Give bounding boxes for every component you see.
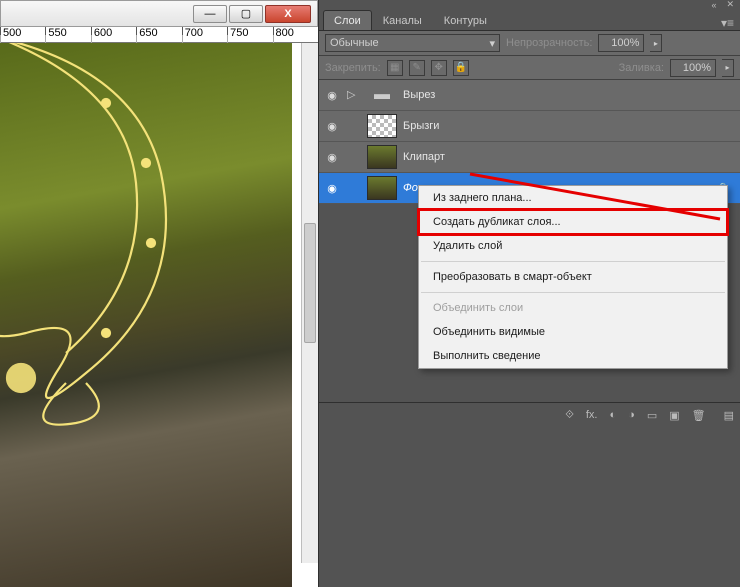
close-button[interactable]: X <box>265 5 311 23</box>
ctx-label: Преобразовать в смарт-объект <box>433 271 592 283</box>
minimize-icon: — <box>205 8 216 20</box>
lock-pixels-icon[interactable]: ▦ <box>387 60 403 76</box>
blend-opacity-row: Обычные ▾ Непрозрачность: 100% ▸ <box>319 31 740 56</box>
chevron-down-icon: ▾ <box>489 37 495 50</box>
lock-brush-icon[interactable]: ✎ <box>409 60 425 76</box>
disclosure-triangle[interactable]: ▷ <box>347 88 361 102</box>
ctx-label: Объединить видимые <box>433 326 545 338</box>
lock-fill-row: Закрепить: ▦ ✎ ✥ 🔒 Заливка: 100% ▸ <box>319 56 740 80</box>
lock-label: Закрепить: <box>325 62 381 74</box>
panel-tabs: Слои Каналы Контуры ▾≡ <box>319 9 740 31</box>
menu-separator <box>421 292 725 293</box>
tab-channels[interactable]: Каналы <box>372 10 433 30</box>
vertical-scrollbar[interactable] <box>301 43 318 563</box>
ruler-tick: 700 <box>182 27 227 43</box>
opacity-slider-toggle[interactable]: ▸ <box>650 34 662 52</box>
ctx-from-background[interactable]: Из заднего плана... <box>419 186 727 210</box>
canvas[interactable] <box>0 43 318 587</box>
tab-label: Каналы <box>383 15 422 27</box>
fill-slider-toggle[interactable]: ▸ <box>722 59 734 77</box>
delete-layer-icon[interactable]: 🗑 <box>692 409 706 422</box>
ornament-overlay <box>0 43 256 453</box>
ctx-duplicate-layer[interactable]: Создать дубликат слоя... <box>419 210 727 234</box>
opacity-input[interactable]: 100% <box>598 34 644 52</box>
scrollbar-thumb[interactable] <box>304 223 316 343</box>
ctx-flatten[interactable]: Выполнить сведение <box>419 344 727 368</box>
link-layers-icon[interactable]: ⟐ <box>565 409 574 422</box>
mask-icon[interactable]: ◐ <box>610 409 617 421</box>
layer-thumbnail <box>367 145 397 169</box>
ruler-tick: 800 <box>273 27 318 43</box>
panel-menu-icon[interactable]: ▾≡ <box>721 16 734 30</box>
new-layer-icon[interactable]: ▣ <box>669 409 679 422</box>
ctx-merge-visible[interactable]: Объединить видимые <box>419 320 727 344</box>
lock-move-icon[interactable]: ✥ <box>431 60 447 76</box>
ctx-label: Выполнить сведение <box>433 350 541 362</box>
fill-label: Заливка: <box>619 62 664 74</box>
ctx-convert-smart-object[interactable]: Преобразовать в смарт-объект <box>419 265 727 289</box>
blend-mode-value: Обычные <box>330 37 379 49</box>
titlebar: — ▢ X <box>0 0 318 27</box>
layer-name[interactable]: Вырез <box>403 89 736 101</box>
layer-thumbnail <box>367 114 397 138</box>
tab-layers[interactable]: Слои <box>323 10 372 30</box>
canvas-image <box>0 43 292 587</box>
visibility-toggle[interactable]: ◉ <box>323 148 341 166</box>
blend-mode-select[interactable]: Обычные ▾ <box>325 34 500 52</box>
layer-row[interactable]: ◉ ▷ ▬ Вырез <box>319 80 740 111</box>
ruler-tick: 650 <box>136 27 181 43</box>
layer-name[interactable]: Клипарт <box>403 151 736 163</box>
fx-icon[interactable]: fx. <box>586 409 598 421</box>
new-group-icon[interactable]: ▭ <box>647 409 657 422</box>
tab-label: Слои <box>334 15 361 27</box>
layer-row[interactable]: ◉ Клипарт <box>319 142 740 173</box>
ctx-label: Из заднего плана... <box>433 192 532 204</box>
tab-paths[interactable]: Контуры <box>433 10 498 30</box>
horizontal-ruler[interactable]: 500 550 600 650 700 750 800 <box>0 27 318 43</box>
ctx-label: Объединить слои <box>433 302 523 314</box>
fill-value: 100% <box>683 62 711 74</box>
lock-all-icon[interactable]: 🔒 <box>453 60 469 76</box>
folder-icon: ▬ <box>367 83 397 107</box>
layer-thumbnail <box>367 176 397 200</box>
menu-separator <box>421 261 725 262</box>
panel-close-icon[interactable]: ✕ <box>726 0 734 10</box>
ctx-delete-layer[interactable]: Удалить слой <box>419 234 727 258</box>
ctx-label: Создать дубликат слоя... <box>433 216 561 228</box>
layers-bottom-bar: ⟐ fx. ◐ ◑ ▭ ▣ 🗑 ▤ <box>319 402 740 427</box>
layer-name[interactable]: Брызги <box>403 120 736 132</box>
ruler-tick: 500 <box>0 27 45 43</box>
visibility-toggle[interactable]: ◉ <box>323 117 341 135</box>
minimize-button[interactable]: — <box>193 5 227 23</box>
ruler-tick: 600 <box>91 27 136 43</box>
close-icon: X <box>284 8 291 20</box>
layer-row[interactable]: ◉ Брызги <box>319 111 740 142</box>
opacity-value: 100% <box>611 37 639 49</box>
opacity-label: Непрозрачность: <box>506 37 592 49</box>
ruler-tick: 750 <box>227 27 272 43</box>
fill-input[interactable]: 100% <box>670 59 716 77</box>
ruler-tick: 550 <box>45 27 90 43</box>
panel-options-icon[interactable]: ▤ <box>724 409 734 422</box>
collapse-icon[interactable]: « <box>711 0 716 10</box>
maximize-button[interactable]: ▢ <box>229 5 263 23</box>
visibility-toggle[interactable]: ◉ <box>323 179 341 197</box>
visibility-toggle[interactable]: ◉ <box>323 86 341 104</box>
document-window: — ▢ X 500 550 600 650 700 750 800 <box>0 0 318 587</box>
maximize-icon: ▢ <box>241 7 251 20</box>
ctx-label: Удалить слой <box>433 240 502 252</box>
adjustment-icon[interactable]: ◑ <box>628 409 635 421</box>
tab-label: Контуры <box>444 15 487 27</box>
ctx-merge-layers: Объединить слои <box>419 296 727 320</box>
layer-context-menu: Из заднего плана... Создать дубликат сло… <box>418 185 728 369</box>
panel-top-strip: « ✕ <box>319 0 740 9</box>
